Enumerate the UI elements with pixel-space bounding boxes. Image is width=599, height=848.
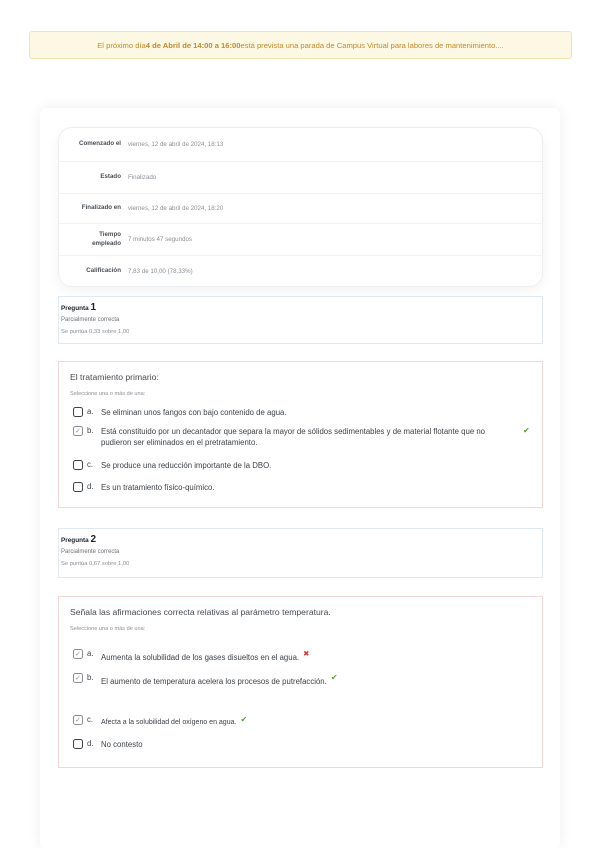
option-text: Se eliminan unos fangos con bajo conteni… [101, 408, 287, 417]
summary-value: viernes, 12 de abril de 2024, 18:13 [128, 141, 224, 148]
option-text: Es un tratamiento físico-químico. [101, 483, 215, 492]
checkbox[interactable] [73, 407, 83, 417]
summary-row-grade: Calificación 7,83 de 10,00 (78,33%) [59, 256, 542, 286]
question-1-content: El tratamiento primario: Seleccione una … [58, 361, 543, 508]
checkbox-checked[interactable]: ✓ [73, 649, 83, 659]
question-title: Pregunta 1 [61, 302, 97, 313]
question-grade: Se puntúa 0,33 sobre 1,00 [61, 329, 130, 335]
question-2-info: Pregunta 2 Parcialmente correcta Se punt… [58, 528, 543, 578]
correct-check-icon: ✔ [240, 715, 248, 724]
checkbox-checked[interactable]: ✓ [73, 673, 83, 683]
checkbox[interactable] [73, 460, 83, 470]
option-letter: b. [87, 426, 94, 435]
option-d[interactable]: d. Es un tratamiento físico-químico. [73, 482, 215, 493]
option-letter: d. [87, 482, 94, 491]
summary-row-started: Comenzado el viernes, 12 de abril de 202… [59, 128, 542, 162]
summary-label: Calificación [86, 266, 121, 274]
summary-value: Finalizado [128, 174, 157, 181]
option-text: Se produce una reducción importante de l… [101, 461, 272, 470]
summary-label: Tiempo empleado [92, 231, 121, 247]
option-text: No contesto [101, 740, 143, 749]
correct-check-icon: ✔ [330, 673, 338, 682]
summary-value: 7,83 de 10,00 (78,33%) [128, 267, 193, 275]
notice-prefix: El próximo día [97, 40, 146, 50]
question-text: Señala las afirmaciones correcta relativ… [70, 607, 331, 617]
checkbox-checked[interactable]: ✓ [73, 715, 83, 725]
option-text: Aumenta la solubilidad de los gases disu… [101, 653, 300, 662]
option-letter: c. [87, 460, 94, 469]
answer-prompt: Seleccione una o más de una: [70, 626, 146, 632]
checkbox-checked[interactable]: ✓ [73, 426, 83, 436]
option-c[interactable]: ✓ c. Afecta a la solubilidad del oxígeno… [73, 715, 247, 728]
summary-row-time: Tiempo empleado 7 minutos 47 segundos [59, 224, 542, 256]
question-number: 1 [90, 302, 97, 313]
option-b[interactable]: ✓ b. El aumento de temperatura acelera l… [73, 673, 338, 687]
question-1-info: Pregunta 1 Parcialmente correcta Se punt… [58, 296, 543, 344]
checkbox[interactable] [73, 482, 83, 492]
option-letter: c. [87, 715, 94, 724]
summary-row-finished: Finalizado en viernes, 12 de abril de 20… [59, 194, 542, 224]
option-letter: b. [87, 673, 94, 682]
option-text: Afecta a la solubilidad del oxígeno en a… [101, 719, 237, 726]
option-b[interactable]: ✓ b. Está constituido por un decantador … [73, 426, 533, 449]
option-a[interactable]: ✓ a. Aumenta la solubilidad de los gases… [73, 649, 309, 663]
option-text: Está constituido por un decantador que s… [101, 427, 486, 448]
option-text: El aumento de temperatura acelera los pr… [101, 677, 327, 686]
summary-value: viernes, 12 de abril de 2024, 18:20 [128, 205, 224, 212]
option-a[interactable]: a. Se eliminan unos fangos con bajo cont… [73, 407, 287, 418]
question-state: Parcialmente correcta [61, 549, 120, 555]
question-title: Pregunta 2 [61, 534, 97, 545]
summary-label: Estado [100, 173, 121, 181]
question-text: El tratamiento primario: [70, 372, 159, 382]
option-letter: a. [87, 407, 94, 416]
option-d[interactable]: d. No contesto [73, 739, 143, 750]
answer-prompt: Seleccione una o más de una: [70, 391, 146, 397]
correct-check-icon: ✔ [523, 426, 530, 435]
incorrect-x-icon: ✖ [303, 649, 310, 658]
attempt-summary: Comenzado el viernes, 12 de abril de 202… [58, 127, 543, 287]
maintenance-notice: El próximo día 4 de Abril de 14:00 a 16:… [29, 31, 572, 59]
question-state: Parcialmente correcta [61, 317, 120, 323]
question-number: 2 [90, 534, 97, 545]
question-2-content: Señala las afirmaciones correcta relativ… [58, 596, 543, 768]
summary-value: 7 minutos 47 segundos [128, 236, 192, 243]
option-c[interactable]: c. Se produce una reducción importante d… [73, 460, 271, 471]
notice-date-time: 4 de Abril de 14:00 a 16:00 [145, 40, 241, 50]
option-letter: d. [87, 739, 94, 748]
summary-label: Finalizado en [81, 204, 121, 212]
question-grade: Se puntúa 0,67 sobre 1,00 [61, 561, 130, 567]
summary-row-state: Estado Finalizado [59, 162, 542, 194]
notice-suffix: está prevista una parada de Campus Virtu… [240, 40, 504, 50]
option-letter: a. [87, 649, 94, 658]
checkbox[interactable] [73, 739, 83, 749]
summary-label: Comenzado el [79, 140, 121, 148]
